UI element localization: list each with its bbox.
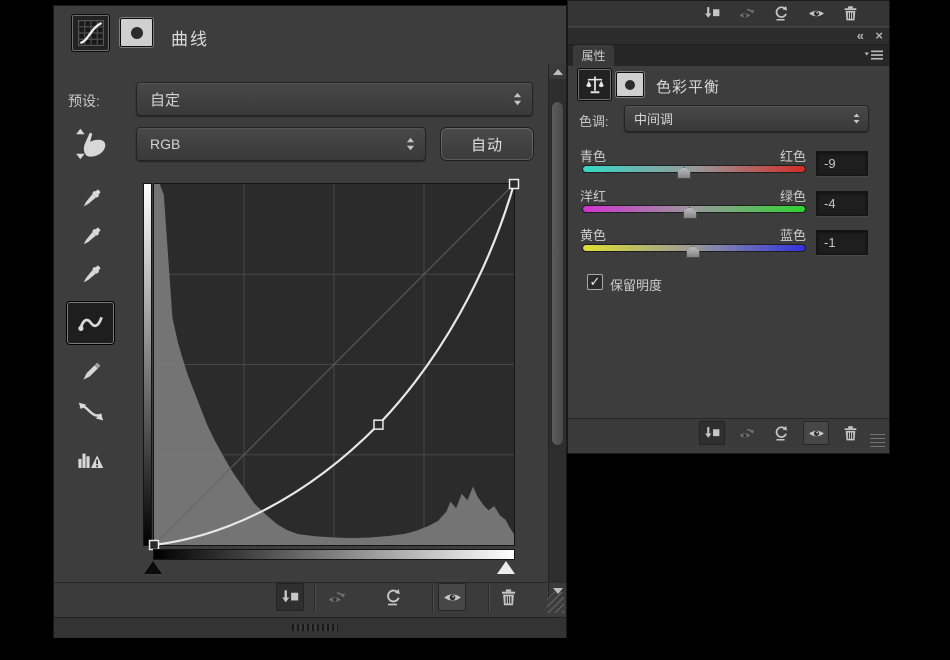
updown-arrows-icon: [852, 113, 861, 124]
view-previous-state-button[interactable]: [733, 421, 759, 445]
white-point-slider[interactable]: [497, 561, 515, 574]
preserve-luminosity-checkbox[interactable]: ✓: [587, 274, 603, 290]
black-point-slider[interactable]: [144, 561, 162, 574]
reset-button[interactable]: [378, 583, 406, 611]
tone-value: 中间调: [625, 109, 852, 128]
reset-button[interactable]: [767, 421, 793, 445]
scrollbar-thumb[interactable]: [551, 101, 564, 446]
reset-button[interactable]: [767, 2, 793, 25]
tone-dropdown[interactable]: 中间调: [624, 105, 869, 132]
view-previous-state-button[interactable]: [322, 583, 350, 611]
color-balance-icon[interactable]: [578, 69, 611, 100]
clipping-warning-icon[interactable]: [70, 439, 112, 477]
black-point-eyedropper-icon[interactable]: [74, 182, 108, 216]
preset-value: 自定: [137, 89, 513, 110]
updown-arrows-icon: [406, 137, 415, 151]
updown-arrows-icon: [513, 92, 522, 106]
view-previous-state-button[interactable]: [733, 2, 759, 25]
panel-resize-grip[interactable]: [870, 431, 885, 447]
slider-right-label: 绿色: [780, 186, 806, 205]
slider-right-label: 蓝色: [780, 225, 806, 244]
preserve-luminosity-label: 保留明度: [610, 275, 662, 294]
adjustment-title: 色彩平衡: [656, 76, 720, 97]
slider-thumb[interactable]: [683, 207, 697, 219]
color-balance-header: 色彩平衡: [568, 66, 889, 103]
collapse-panel-button[interactable]: «: [857, 28, 864, 44]
edit-points-tool-icon[interactable]: [67, 302, 114, 344]
visibility-button[interactable]: [438, 583, 466, 611]
slider-left-label: 青色: [580, 146, 606, 165]
panel-title-bar: « ×: [568, 28, 889, 45]
scroll-up-button[interactable]: [549, 64, 566, 79]
curves-footer-toolbar: [54, 582, 547, 617]
curves-panel: 曲线 预设: 自定 RGB 自动: [53, 5, 567, 638]
smooth-curve-tool-icon[interactable]: [72, 395, 110, 429]
channel-dropdown[interactable]: RGB: [136, 127, 426, 161]
slider-value-field[interactable]: -4: [816, 191, 868, 216]
toolbar-separator: [488, 584, 489, 613]
slider-thumb[interactable]: [686, 246, 700, 258]
panel-drag-grip[interactable]: [292, 624, 338, 631]
preset-dropdown[interactable]: 自定: [136, 82, 533, 116]
color-slider-track[interactable]: [582, 205, 806, 213]
white-point-eyedropper-icon[interactable]: [74, 258, 108, 292]
delete-button[interactable]: [494, 583, 522, 611]
slider-left-label: 洋红: [580, 186, 606, 205]
panel-bottom-strip: [54, 617, 566, 638]
layer-mask-icon[interactable]: [616, 72, 644, 97]
panel-scrollbar[interactable]: [548, 64, 566, 598]
input-gradient-bar: [153, 549, 515, 560]
color-slider-track[interactable]: [582, 244, 806, 252]
slider-right-label: 红色: [780, 146, 806, 165]
curve-anchor-point[interactable]: [374, 420, 383, 429]
properties-tab-row: 属性: [568, 45, 889, 66]
curves-header: 曲线: [54, 6, 566, 66]
preset-label: 预设:: [68, 91, 100, 111]
preserve-luminosity-row: ✓ 保留明度: [568, 272, 889, 292]
auto-button[interactable]: 自动: [440, 127, 534, 161]
color-slider-track[interactable]: [582, 165, 806, 173]
panel-resize-grip[interactable]: [547, 592, 564, 613]
slider-value-field[interactable]: -9: [816, 151, 868, 176]
photoshop-workspace: 曲线 预设: 自定 RGB 自动: [0, 0, 950, 660]
channel-value: RGB: [137, 136, 406, 152]
visibility-button[interactable]: [803, 2, 829, 25]
targeted-adjustment-icon[interactable]: [70, 125, 112, 163]
delete-button[interactable]: [837, 2, 863, 25]
slider-left-label: 黄色: [580, 225, 606, 244]
close-panel-button[interactable]: ×: [875, 28, 883, 44]
clip-to-layer-button[interactable]: [276, 583, 304, 611]
layer-mask-icon[interactable]: [120, 18, 153, 47]
output-gradient-bar: [143, 183, 152, 546]
toolbar-separator: [314, 584, 315, 613]
properties-footer-toolbar: [568, 418, 889, 448]
yellow-blue-slider-row: 黄色 蓝色 -1: [568, 225, 889, 277]
upper-panel-toolbar: [568, 1, 889, 27]
slider-thumb[interactable]: [677, 167, 691, 179]
gray-point-eyedropper-icon[interactable]: [74, 220, 108, 254]
pencil-tool-icon[interactable]: [74, 355, 108, 389]
clip-to-layer-button[interactable]: [699, 2, 725, 25]
curve-anchor-point[interactable]: [510, 180, 519, 189]
curve-plot[interactable]: [153, 183, 515, 546]
tab-properties[interactable]: 属性: [573, 45, 614, 66]
panel-menu-icon[interactable]: [864, 49, 884, 62]
visibility-button[interactable]: [803, 421, 829, 445]
tone-label: 色调:: [579, 111, 609, 130]
delete-button[interactable]: [837, 421, 863, 445]
curves-adjustment-icon[interactable]: [72, 15, 109, 51]
panel-title: 曲线: [171, 25, 209, 50]
toolbar-separator: [432, 584, 433, 613]
slider-value-field[interactable]: -1: [816, 230, 868, 255]
clip-to-layer-button[interactable]: [699, 421, 725, 445]
properties-panel: « × 属性 色彩平衡 色调: 中间调 青色 红色 -9: [567, 0, 890, 454]
